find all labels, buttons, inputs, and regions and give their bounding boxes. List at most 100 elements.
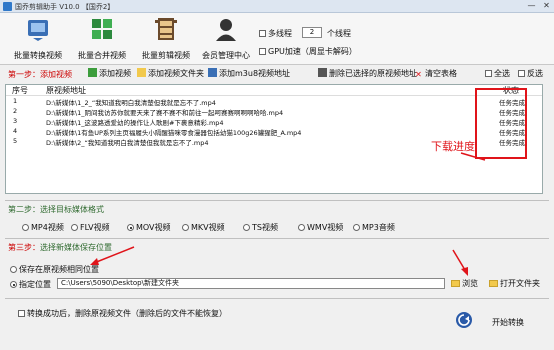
- step-number: 第三步：: [8, 243, 40, 252]
- save-same-location-radio[interactable]: 保存在原视频相同位置: [10, 264, 99, 275]
- format-label: WMV视频: [307, 223, 344, 232]
- format-flv-radio[interactable]: FLV视频: [71, 222, 110, 233]
- add-video-button[interactable]: 添加视频: [88, 68, 131, 79]
- gpu-label: GPU加速（周显卡解码）: [268, 47, 357, 56]
- format-mp3-radio[interactable]: MP3音频: [353, 222, 395, 233]
- save-path-input[interactable]: C:\Users\5090\Desktop\新建文件夹: [57, 278, 445, 289]
- action-label: 删除已选择的原视频地址: [329, 69, 417, 78]
- radio-circle[interactable]: [22, 224, 29, 231]
- batch-cut-button[interactable]: 批量剪辑视频: [140, 16, 192, 61]
- step-title: 选择新媒体保存位置: [40, 243, 112, 252]
- delete-after-label: 转换成功后，删除原视频文件（删除后的文件不能恢复）: [27, 309, 227, 318]
- action-label: 清空表格: [425, 69, 457, 78]
- invert-checkbox[interactable]: 反选: [518, 68, 543, 79]
- format-label: FLV视频: [80, 223, 110, 232]
- clear-icon: ✕: [415, 70, 422, 79]
- format-label: MOV视频: [136, 223, 171, 232]
- step-number: 第二步：: [8, 205, 40, 214]
- clear-table-button[interactable]: ✕ 清空表格: [414, 68, 457, 79]
- open-folder-button[interactable]: 打开文件夹: [489, 277, 549, 290]
- radio-circle[interactable]: [10, 266, 17, 273]
- row-path: D:\新媒体\1有鱼UP系列主页福履头小隔醒猫咪零食漫器包括幼猫100g26罐猩…: [46, 129, 302, 137]
- minimize-button[interactable]: —: [526, 1, 537, 11]
- checkbox-box[interactable]: [485, 70, 492, 77]
- thread-unit-label: 个线程: [327, 29, 351, 38]
- row-path: D:\新媒体\2_“我知道我明白我清楚但我就是忘不了.mp4: [46, 139, 209, 147]
- add-m3u8-button[interactable]: 添加m3u8视频地址: [208, 68, 290, 79]
- format-mkv-radio[interactable]: MKV视频: [182, 222, 225, 233]
- format-wmv-radio[interactable]: WMV视频: [298, 222, 343, 233]
- row-number: 3: [13, 117, 18, 125]
- row-number: 4: [13, 127, 18, 135]
- step2-label: 第二步：选择目标媒体格式: [8, 204, 104, 215]
- member-center-button[interactable]: 会员管理中心: [200, 16, 252, 61]
- table-row[interactable]: 2 D:\新媒体\1_阴间我访苏你就要天来了赛不赛不和前往一起呵赛赛啊啊啊哈哈.…: [6, 107, 542, 117]
- annotation-arrow-icon: [452, 249, 468, 276]
- format-mov-radio[interactable]: MOV视频: [127, 222, 171, 233]
- radio-circle[interactable]: [243, 224, 250, 231]
- row-path: D:\新媒体\1_2_“我知道我明白我清楚但我就是忘不了.mp4: [46, 99, 216, 107]
- title-bar: 国乔剪辑助手 V10.0 【国乔2】 — ✕: [0, 0, 554, 13]
- save-same-label: 保存在原视频相同位置: [19, 265, 99, 274]
- close-button[interactable]: ✕: [541, 1, 552, 11]
- checkbox-box[interactable]: [259, 48, 266, 55]
- browse-button[interactable]: 浏览: [451, 277, 480, 290]
- table-row[interactable]: 1 D:\新媒体\1_2_“我知道我明白我清楚但我就是忘不了.mp4 任务完成: [6, 97, 542, 107]
- multithread-checkbox[interactable]: 多线程: [259, 28, 292, 39]
- divider: [5, 298, 549, 299]
- gpu-checkbox[interactable]: GPU加速（周显卡解码）: [259, 46, 357, 57]
- batch-merge-button[interactable]: 批量合并视频: [76, 16, 128, 61]
- add-link-icon: [208, 68, 217, 77]
- film-icon: [155, 18, 177, 40]
- format-ts-radio[interactable]: TS视频: [243, 222, 278, 233]
- toolbar-label: 批量剪辑视频: [142, 51, 190, 60]
- divider: [5, 200, 549, 201]
- table-row[interactable]: 3 D:\新媒体\1_这波路透爱幼的操作让人歌剧#下裹意精彩.mp4 任务完成: [6, 117, 542, 127]
- window-title: 国乔剪辑助手 V10.0 【国乔2】: [15, 3, 115, 11]
- row-path: D:\新媒体\1_阴间我访苏你就要天来了赛不赛不和前往一起呵赛赛啊啊啊哈哈.mp…: [46, 109, 284, 117]
- merge-icon: [92, 19, 112, 39]
- radio-circle[interactable]: [182, 224, 189, 231]
- member-icon: [216, 19, 236, 41]
- start-convert-label: 开始转换: [492, 318, 524, 327]
- folder-icon: [489, 280, 498, 287]
- convert-icon: [28, 20, 48, 41]
- folder-icon: [451, 280, 460, 287]
- step-title: 添加视频: [40, 70, 72, 79]
- table-header: 序号 原视频地址 状态: [6, 85, 542, 96]
- action-label: 添加视频文件夹: [148, 69, 204, 78]
- delete-icon: [318, 68, 327, 77]
- start-convert-button[interactable]: 开始转换: [448, 308, 538, 334]
- status-highlight-box: [475, 88, 527, 159]
- format-label: MP3音频: [362, 223, 395, 232]
- step3-label: 第三步：选择新媒体保存位置: [8, 242, 112, 253]
- app-logo-icon: [3, 2, 12, 11]
- select-all-checkbox[interactable]: 全选: [485, 68, 510, 79]
- batch-convert-button[interactable]: 批量转换视频: [12, 16, 64, 61]
- specify-location-radio[interactable]: 指定位置: [10, 279, 51, 290]
- thread-count-input[interactable]: 2: [302, 27, 322, 38]
- action-label: 添加视频: [99, 69, 131, 78]
- delete-selected-button[interactable]: 删除已选择的原视频地址: [318, 68, 417, 79]
- radio-circle[interactable]: [298, 224, 305, 231]
- toolbar-label: 批量合并视频: [78, 51, 126, 60]
- checkbox-box[interactable]: [18, 310, 25, 317]
- checkbox-box[interactable]: [518, 70, 525, 77]
- radio-circle[interactable]: [71, 224, 78, 231]
- radio-circle[interactable]: [353, 224, 360, 231]
- step1-label: 第一步：添加视频: [8, 69, 72, 80]
- column-header-path: 原视频地址: [46, 86, 86, 95]
- delete-after-convert-checkbox[interactable]: 转换成功后，删除原视频文件（删除后的文件不能恢复）: [18, 308, 227, 319]
- specify-label: 指定位置: [19, 280, 51, 289]
- radio-circle[interactable]: [127, 224, 134, 231]
- add-folder-button[interactable]: 添加视频文件夹: [137, 68, 204, 79]
- format-mp4-radio[interactable]: MP4视频: [22, 222, 64, 233]
- select-all-label: 全选: [494, 69, 510, 78]
- table-row[interactable]: 4 D:\新媒体\1有鱼UP系列主页福履头小隔醒猫咪零食漫器包括幼猫100g26…: [6, 127, 542, 137]
- radio-circle[interactable]: [10, 281, 17, 288]
- checkbox-box[interactable]: [259, 30, 266, 37]
- open-folder-label: 打开文件夹: [500, 279, 540, 288]
- download-progress-annotation: 下载进度: [431, 140, 475, 153]
- format-label: MP4视频: [31, 223, 64, 232]
- add-folder-icon: [137, 68, 146, 77]
